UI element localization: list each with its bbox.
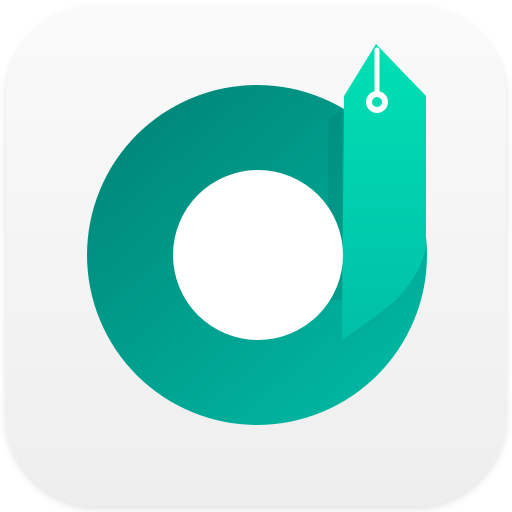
app-icon[interactable] — [0, 0, 512, 512]
icon-canvas — [0, 0, 512, 512]
d-counter-hole — [173, 170, 343, 340]
pen-nib-hole-inner — [372, 97, 382, 107]
app-icon-graphic — [6, 6, 506, 506]
